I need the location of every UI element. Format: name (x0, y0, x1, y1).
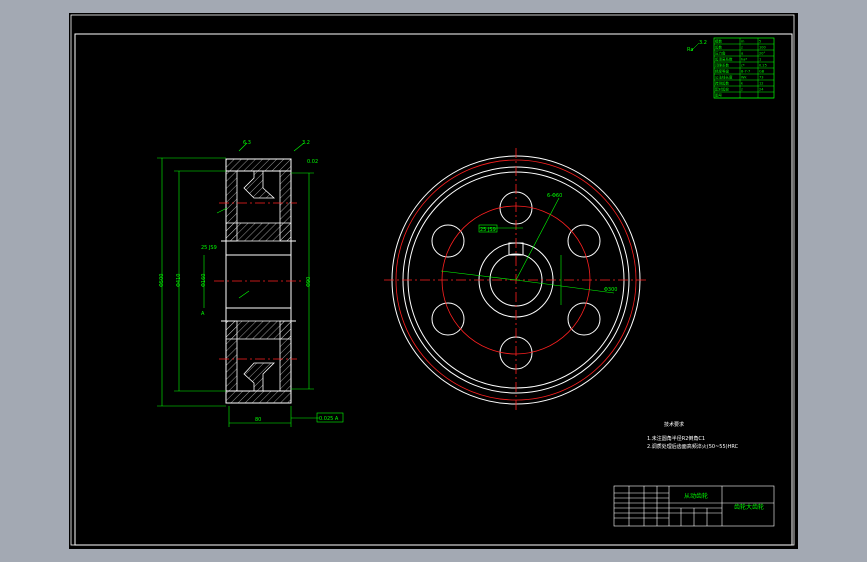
datum-box: 0.025 A (316, 412, 344, 423)
hole-bottom-right (567, 302, 601, 336)
param-cell: 图号 (715, 93, 723, 98)
param-cell: 100 (759, 46, 766, 50)
tolerance-top: 0.02 (307, 159, 318, 165)
hole-bottom-left (431, 302, 465, 336)
param-cell: Wk (741, 76, 747, 80)
dia-hub: Φ160 (201, 274, 207, 287)
param-cell: α (741, 52, 744, 56)
cad-viewport[interactable]: 6.3 3.2 0.02 Φ500 Φ410 Φ160 Φ90 80 25 JS… (69, 13, 798, 549)
param-cell: z (741, 46, 743, 50)
pitch-label: Φ300 (604, 287, 617, 293)
note-line-2: 2.调质处理后齿面高频淬火(50~55)HRC (647, 443, 739, 450)
front-view: 6-Φ60 Φ300 25 JS9 (384, 148, 649, 413)
param-cell: k (741, 82, 744, 86)
note-line-1: 1.未注圆角半径R2倒角C1 (647, 435, 705, 442)
hole-label: 6-Φ60 (547, 193, 562, 199)
param-table: 模数 m 5 齿数 z 100 压力角 α 20° 齿顶高系数 ha* 1 顶隙系数 c* 0.25 精度等级… (713, 37, 775, 99)
hole-top-right (567, 224, 601, 258)
corner-roughness: Ra 3.2 (687, 40, 707, 53)
param-cell: 73 (759, 76, 763, 80)
front-dimensions (440, 197, 615, 305)
svg-text:0.025 A: 0.025 A (319, 416, 339, 422)
param-cell: 公法线长度 (715, 75, 733, 80)
param-cell: 0.25 (759, 64, 767, 68)
param-cell: 齿数 (715, 45, 723, 50)
param-cell: 模数 (715, 39, 723, 44)
tech-notes: 技术要求 1.未注圆角半径R2倒角C1 2.调质处理后齿面高频淬火(50~55)… (647, 421, 739, 450)
param-cell: z (741, 88, 743, 92)
param-cell: 顶隙系数 (715, 63, 729, 68)
param-cell: 精度等级 (715, 69, 729, 74)
param-cell: GB (759, 70, 765, 74)
param-cell: m (741, 40, 745, 44)
datum-label: A (201, 311, 205, 317)
width-dim: 80 (255, 417, 261, 423)
param-cell: 5 (759, 40, 761, 44)
param-cell: 20° (759, 52, 765, 56)
inner-border (74, 33, 793, 546)
dia-left: Φ500 (159, 274, 165, 287)
param-cell: ha* (741, 58, 747, 62)
keyway-front-label: 25 JS9 (480, 227, 496, 233)
dia-inner: Φ410 (176, 274, 182, 287)
roughness-top-left: 6.3 (243, 140, 251, 146)
corner-roughness-label: Ra (687, 47, 693, 53)
notes-title: 技术要求 (664, 421, 684, 428)
roughness-top-right: 3.2 (302, 140, 310, 146)
param-cell: c* (741, 64, 745, 68)
param-cell: 齿顶高系数 (715, 57, 733, 62)
param-cell: 配对齿轮 (715, 87, 729, 92)
param-cell: 24 (759, 88, 764, 92)
section-view: 6.3 3.2 0.02 Φ500 Φ410 Φ160 Φ90 80 25 JS… (157, 140, 344, 427)
dia-bore: Φ90 (306, 277, 312, 287)
param-cell: 12 (759, 82, 763, 86)
drawing-canvas[interactable]: 6.3 3.2 0.02 Φ500 Φ410 Φ160 Φ90 80 25 JS… (69, 13, 798, 549)
param-cell: 1 (759, 58, 761, 62)
part-name: 从动齿轮 (684, 492, 708, 500)
keyway-label: 25 JS9 (201, 245, 217, 251)
corner-roughness-value: 3.2 (699, 40, 707, 46)
param-cell: 8-7-7 (741, 70, 750, 74)
section-dim-texts: 6.3 3.2 0.02 Φ500 Φ410 Φ160 Φ90 80 25 JS… (159, 140, 318, 423)
param-cell: 压力角 (715, 51, 726, 56)
hole-top-left (431, 224, 465, 258)
param-cell: 跨测齿数 (715, 81, 729, 86)
drawing-name: 齿轮大齿轮 (734, 503, 764, 511)
